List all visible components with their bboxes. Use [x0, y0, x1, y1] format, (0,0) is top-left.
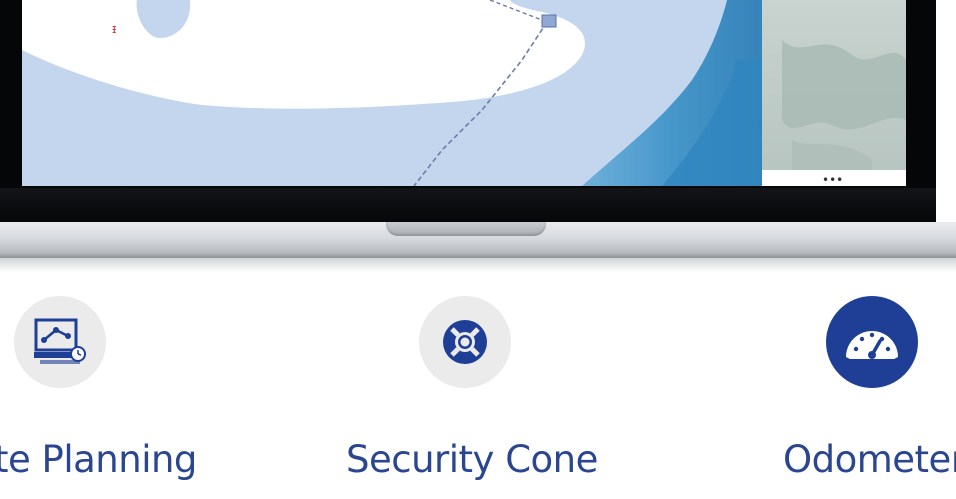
- page: ᵻ ••• te Planning Security Cone Odometer: [0, 0, 956, 499]
- feature-label-security-cone: Security Cone: [346, 438, 598, 481]
- feature-label-route-planning: te Planning: [0, 438, 197, 481]
- feature-label-odometer: Odometer: [783, 438, 956, 481]
- waypoint-marker[interactable]: [541, 14, 557, 28]
- nautical-chart-map[interactable]: ᵻ •••: [22, 0, 906, 186]
- laptop-shadow: [0, 258, 956, 272]
- lifebuoy-icon[interactable]: [419, 296, 511, 388]
- speedometer-glyph: [846, 331, 898, 359]
- laptop-lid-notch: [386, 222, 546, 236]
- map-marker: ᵻ: [112, 22, 116, 36]
- route-planning-glyph: [34, 318, 86, 364]
- more-options-icon[interactable]: •••: [822, 173, 843, 186]
- laptop-bezel-bottom: [0, 188, 936, 222]
- laptop-screen: ᵻ •••: [22, 0, 906, 186]
- lifebuoy-glyph: [443, 320, 487, 364]
- route-planning-icon[interactable]: [14, 296, 106, 388]
- speedometer-icon[interactable]: [826, 296, 918, 388]
